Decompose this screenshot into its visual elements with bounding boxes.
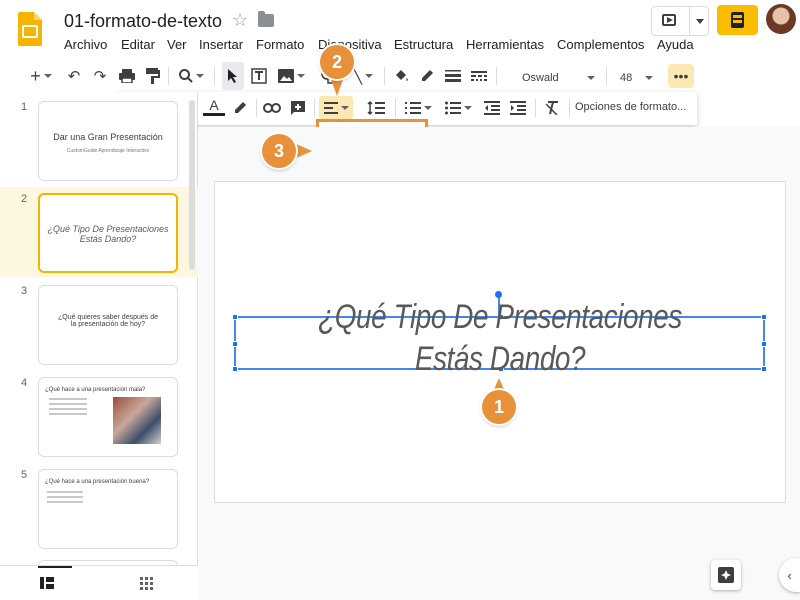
menu-complementos[interactable]: Complementos [557,37,644,52]
decrease-indent-icon[interactable] [481,96,503,120]
print-icon[interactable] [116,62,138,90]
highlight-icon[interactable] [229,96,251,120]
select-cursor-icon[interactable] [222,62,244,90]
slides-logo-icon[interactable] [18,12,42,46]
redo-icon[interactable]: ↷ [90,62,110,90]
menu-archivo[interactable]: Archivo [64,37,107,52]
line-spacing-icon[interactable] [363,96,389,120]
slide-number: 1 [21,101,28,113]
increase-indent-icon[interactable] [507,96,529,120]
thumbnail-bullets [47,491,83,493]
more-options-button[interactable]: ••• [668,64,694,88]
slide-thumbnail-4[interactable]: ¿Qué hace a una presentación mala? [38,377,178,457]
image-icon[interactable] [274,62,308,90]
resize-handle[interactable] [232,341,238,347]
callout-pointer [294,143,312,159]
document-title[interactable]: 01-formato-de-texto [64,11,222,32]
border-dash-icon[interactable] [468,62,490,90]
paint-format-icon[interactable] [142,62,164,90]
slide-number: 5 [21,469,28,481]
avatar[interactable] [766,4,796,34]
resize-handle[interactable] [761,314,767,320]
chevron-down-icon[interactable] [696,19,704,24]
menu-ver[interactable]: Ver [167,37,187,52]
slide-title[interactable]: ¿Qué Tipo De Presentaciones Estás Dando? [287,296,713,380]
present-button[interactable] [651,6,709,36]
folder-icon[interactable] [258,11,274,27]
grid-view-icon[interactable] [140,577,153,590]
format-options-button[interactable]: Opciones de formato... [575,101,686,113]
star-icon[interactable]: ☆ [232,10,248,31]
border-weight-icon[interactable] [442,62,464,90]
filmstrip-scrollbar[interactable] [189,100,195,270]
text-color-button[interactable]: A [203,96,225,116]
slide-thumbnail-3[interactable]: ¿Qué quieres saber después de la present… [38,285,178,365]
thumbnail-subtitle: CustomGuide Aprendizaje Interactivo [66,148,150,154]
thumbnail-title: ¿Qué hace a una presentación mala? [45,387,146,393]
resize-handle[interactable] [761,341,767,347]
step-callout-2: 2 [320,45,354,79]
thumbnail-photo [113,397,161,444]
menu-formato[interactable]: Formato [256,37,304,52]
slide-number: 2 [21,193,28,205]
resize-handle[interactable] [761,366,767,372]
new-slide-button[interactable]: + [24,62,58,90]
link-icon[interactable] [261,96,283,120]
slide-thumbnail-5[interactable]: ¿Qué hace a una presentación buena? [38,469,178,549]
menu-insertar[interactable]: Insertar [199,37,243,52]
menu-ayuda[interactable]: Ayuda [657,37,694,52]
menu-editar[interactable]: Editar [121,37,155,52]
clear-formatting-icon[interactable] [541,96,563,120]
menu-estructura[interactable]: Estructura [394,37,453,52]
slide-number: 3 [21,285,28,297]
undo-icon[interactable]: ↶ [64,62,84,90]
main-toolbar: + ↶ ↷ ╲ Oswald 48 ••• [18,62,696,92]
thumbnail-title: Dar una Gran Presentación [53,132,163,142]
fill-color-icon[interactable] [390,62,412,90]
thumbnail-bullets [49,398,87,400]
resize-handle[interactable] [232,366,238,372]
resize-handle[interactable] [232,314,238,320]
slide-thumbnail-2[interactable]: ¿Qué Tipo De Presentaciones Estás Dando? [38,193,178,273]
filmstrip-footer [0,565,198,600]
menu-herramientas[interactable]: Herramientas [466,37,544,52]
slide-number: 4 [21,377,28,389]
step-callout-1: 1 [482,390,516,424]
thumbnail-title: ¿Qué Tipo De Presentaciones Estás Dando? [47,224,169,244]
bulleted-list-icon[interactable] [441,96,475,120]
explore-button[interactable] [711,560,741,590]
text-box-icon[interactable] [248,62,270,90]
step-callout-3: 3 [262,134,296,168]
numbered-list-icon[interactable] [401,96,435,120]
list-view-icon[interactable] [40,577,54,589]
comment-icon[interactable] [287,96,309,120]
font-select[interactable]: Oswald [506,68,601,88]
font-size-select[interactable]: 48 [612,68,657,88]
explore-icon [718,567,734,583]
share-button[interactable] [717,5,758,35]
zoom-icon[interactable] [174,62,208,90]
present-icon [662,14,676,26]
border-color-icon[interactable] [416,62,438,90]
slide-thumbnail-1[interactable]: Dar una Gran Presentación CustomGuide Ap… [38,101,178,181]
align-button[interactable] [319,96,353,120]
thumbnail-title: ¿Qué quieres saber después de la present… [57,314,158,328]
thumbnail-title: ¿Qué hace a una presentación buena? [45,479,150,485]
